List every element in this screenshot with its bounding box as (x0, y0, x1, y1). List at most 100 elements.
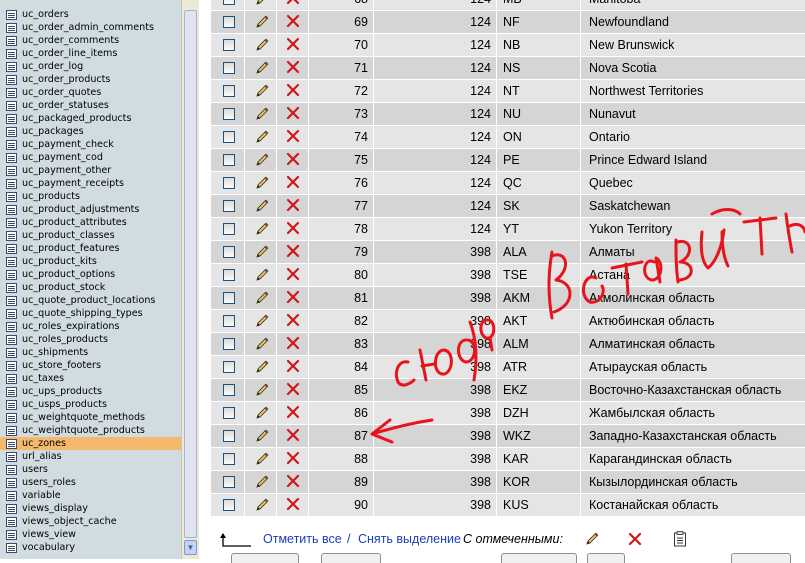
table-icon[interactable] (6, 191, 17, 202)
sidebar-table-label[interactable]: uc_roles_products (22, 333, 108, 346)
row-checkbox[interactable] (223, 361, 235, 373)
row-select-cell[interactable] (211, 218, 245, 240)
table-icon[interactable] (6, 399, 17, 410)
sidebar-table-item[interactable]: uc_zones (0, 437, 181, 450)
row-select-cell[interactable] (211, 172, 245, 194)
sidebar-table-label[interactable]: uc_payment_receipts (22, 177, 124, 190)
sidebar-table-item[interactable]: uc_order_quotes (0, 86, 181, 99)
edit-pencil-icon[interactable] (254, 451, 270, 467)
sidebar-table-label[interactable]: uc_shipments (22, 346, 88, 359)
row-delete-cell[interactable] (277, 34, 309, 56)
row-checkbox[interactable] (223, 154, 235, 166)
sidebar-table-item[interactable]: vocabulary (0, 541, 181, 554)
sidebar-table-label[interactable]: uc_zones (22, 437, 66, 450)
row-delete-cell[interactable] (277, 287, 309, 309)
sidebar-table-item[interactable]: uc_order_log (0, 60, 181, 73)
table-icon[interactable] (6, 139, 17, 150)
unselect-all-link[interactable]: Снять выделение (358, 532, 461, 546)
sidebar-table-label[interactable]: uc_order_log (22, 60, 83, 73)
sidebar-table-label[interactable]: uc_packaged_products (22, 112, 131, 125)
table-icon[interactable] (6, 347, 17, 358)
row-checkbox[interactable] (223, 476, 235, 488)
table-icon[interactable] (6, 243, 17, 254)
sidebar-table-item[interactable]: uc_payment_cod (0, 151, 181, 164)
table-icon[interactable] (6, 74, 17, 85)
sidebar-table-item[interactable]: uc_order_comments (0, 34, 181, 47)
delete-selected-x-icon[interactable] (628, 532, 642, 546)
sidebar-table-item[interactable]: views_display (0, 502, 181, 515)
row-checkbox[interactable] (223, 499, 235, 511)
sidebar-scrollbar[interactable]: ▼ (181, 0, 199, 559)
row-edit-cell[interactable] (245, 34, 277, 56)
sidebar-table-label[interactable]: views_display (22, 502, 88, 515)
row-edit-cell[interactable] (245, 126, 277, 148)
row-delete-cell[interactable] (277, 11, 309, 33)
sidebar-table-label[interactable]: uc_order_admin_comments (22, 21, 154, 34)
row-delete-cell[interactable] (277, 57, 309, 79)
sidebar-table-label[interactable]: uc_orders (22, 8, 69, 21)
sidebar-table-label[interactable]: uc_roles_expirations (22, 320, 119, 333)
edit-pencil-icon[interactable] (254, 60, 270, 76)
row-select-cell[interactable] (211, 494, 245, 516)
delete-x-icon[interactable] (286, 198, 300, 212)
delete-x-icon[interactable] (286, 221, 300, 235)
row-delete-cell[interactable] (277, 149, 309, 171)
sidebar-table-label[interactable]: uc_order_products (22, 73, 110, 86)
sidebar-table-item[interactable]: uc_weightquote_products (0, 424, 181, 437)
row-delete-cell[interactable] (277, 402, 309, 424)
row-checkbox[interactable] (223, 177, 235, 189)
delete-x-icon[interactable] (286, 14, 300, 28)
row-edit-cell[interactable] (245, 471, 277, 493)
table-icon[interactable] (6, 113, 17, 124)
row-delete-cell[interactable] (277, 0, 309, 10)
sidebar-table-label[interactable]: uc_store_footers (22, 359, 101, 372)
sidebar-table-label[interactable]: uc_taxes (22, 372, 64, 385)
table-icon[interactable] (6, 490, 17, 501)
sidebar-table-item[interactable]: uc_roles_products (0, 333, 181, 346)
sidebar-table-item[interactable]: uc_roles_expirations (0, 320, 181, 333)
row-select-cell[interactable] (211, 103, 245, 125)
table-icon[interactable] (6, 230, 17, 241)
row-edit-cell[interactable] (245, 80, 277, 102)
table-icon[interactable] (6, 178, 17, 189)
row-select-cell[interactable] (211, 149, 245, 171)
sidebar-table-label[interactable]: uc_quote_product_locations (22, 294, 155, 307)
row-edit-cell[interactable] (245, 425, 277, 447)
sidebar-table-label[interactable]: uc_order_quotes (22, 86, 101, 99)
edit-pencil-icon[interactable] (254, 198, 270, 214)
sidebar-table-item[interactable]: uc_order_admin_comments (0, 21, 181, 34)
row-checkbox[interactable] (223, 16, 235, 28)
table-icon[interactable] (6, 308, 17, 319)
edit-pencil-icon[interactable] (254, 313, 270, 329)
edit-pencil-icon[interactable] (254, 129, 270, 145)
row-select-cell[interactable] (211, 11, 245, 33)
table-icon[interactable] (6, 87, 17, 98)
sidebar-table-item[interactable]: uc_product_options (0, 268, 181, 281)
row-edit-cell[interactable] (245, 11, 277, 33)
sidebar-table-label[interactable]: uc_product_kits (22, 255, 97, 268)
delete-x-icon[interactable] (286, 405, 300, 419)
table-icon[interactable] (6, 334, 17, 345)
sidebar-table-label[interactable]: vocabulary (22, 541, 75, 554)
row-edit-cell[interactable] (245, 494, 277, 516)
sidebar-table-item[interactable]: uc_order_line_items (0, 47, 181, 60)
sidebar-table-label[interactable]: uc_products (22, 190, 80, 203)
sidebar-table-item[interactable]: url_alias (0, 450, 181, 463)
delete-x-icon[interactable] (286, 428, 300, 442)
delete-x-icon[interactable] (286, 106, 300, 120)
sidebar-table-item[interactable]: uc_product_kits (0, 255, 181, 268)
sidebar-table-label[interactable]: uc_ups_products (22, 385, 102, 398)
edit-pencil-icon[interactable] (254, 336, 270, 352)
sidebar-table-item[interactable]: uc_product_classes (0, 229, 181, 242)
row-checkbox[interactable] (223, 108, 235, 120)
edit-selected-pencil-icon[interactable] (584, 531, 600, 547)
edit-pencil-icon[interactable] (254, 0, 270, 7)
sidebar-table-label[interactable]: uc_usps_products (22, 398, 107, 411)
edit-pencil-icon[interactable] (254, 359, 270, 375)
edit-pencil-icon[interactable] (254, 382, 270, 398)
table-icon[interactable] (6, 360, 17, 371)
row-edit-cell[interactable] (245, 356, 277, 378)
footer-button-peek[interactable] (731, 553, 791, 563)
sidebar-table-item[interactable]: users (0, 463, 181, 476)
delete-x-icon[interactable] (286, 290, 300, 304)
